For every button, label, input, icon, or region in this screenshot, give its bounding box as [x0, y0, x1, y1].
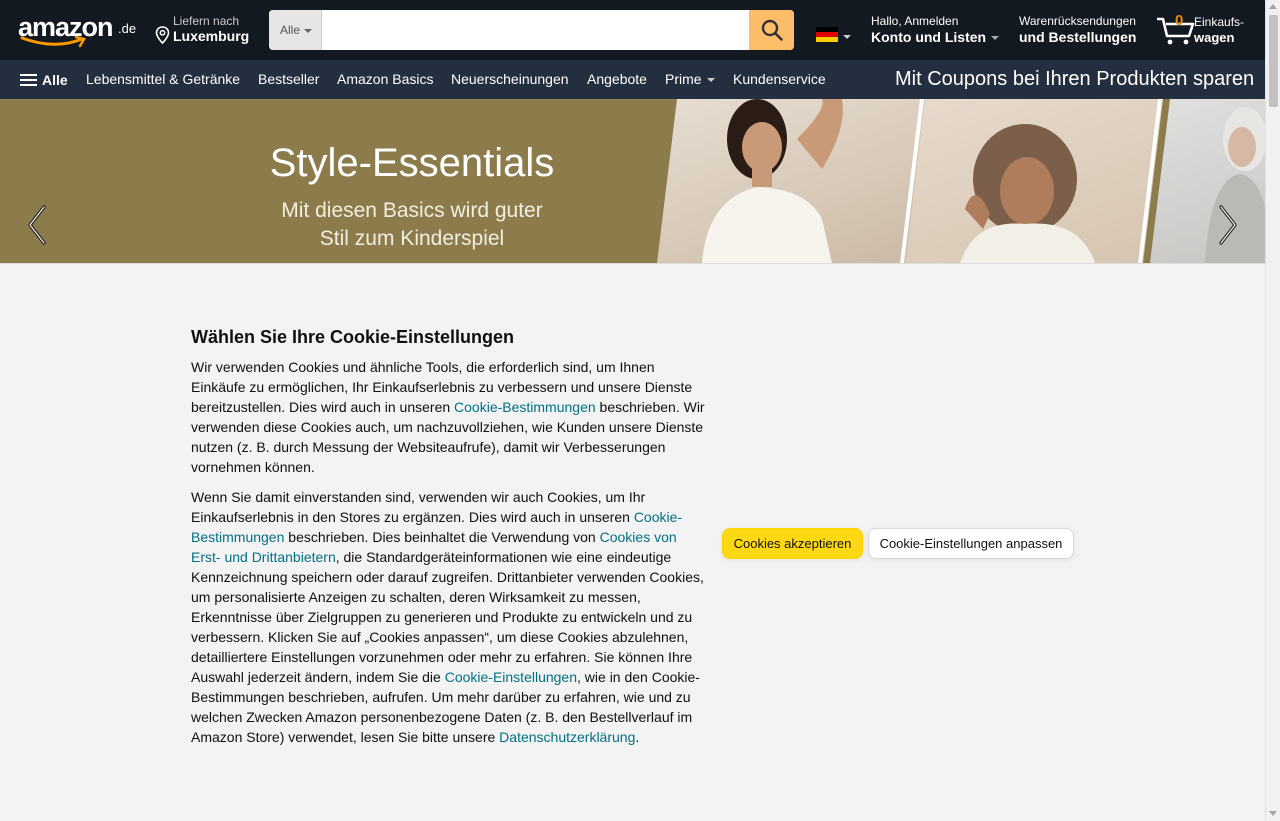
logo-tld: .de: [118, 21, 137, 36]
model-figure-2: [960, 124, 1095, 263]
model-figure-3: [1205, 107, 1265, 263]
cookie-text: .: [635, 729, 640, 745]
nav-item-deals[interactable]: Angebote: [587, 71, 647, 87]
nav-item-customer-service[interactable]: Kundenservice: [733, 71, 826, 87]
search-category-dropdown[interactable]: Alle: [269, 10, 322, 50]
cookie-consent-section: Wählen Sie Ihre Cookie-Einstellungen Wir…: [0, 263, 1265, 821]
search-button[interactable]: [749, 10, 794, 50]
cart-button[interactable]: 0 Einkaufs- wagen: [1156, 10, 1256, 50]
returns-label: Warenrücksendungen: [1019, 14, 1136, 28]
nav-item-new-releases[interactable]: Neuerscheinungen: [451, 71, 569, 87]
scroll-up-icon[interactable]: [1269, 4, 1277, 9]
deliver-to[interactable]: Liefern nach Luxemburg: [153, 14, 258, 48]
language-selector[interactable]: [816, 27, 852, 43]
hero-carousel[interactable]: Style-Essentials Mit diesen Basics wird …: [0, 99, 1265, 263]
all-menu-label: Alle: [42, 72, 68, 88]
account-lists-label: Konto und Listen: [871, 29, 987, 45]
account-menu[interactable]: Hallo, Anmelden Konto und Listen: [871, 14, 1000, 45]
all-menu-button[interactable]: Alle: [20, 71, 68, 89]
carousel-prev-button[interactable]: [22, 203, 52, 247]
top-header: amazon .de Liefern nach Luxemburg Alle H…: [0, 0, 1265, 60]
cookie-text: Wenn Sie damit einverstanden sind, verwe…: [191, 489, 646, 525]
scrollbar-thumb[interactable]: [1269, 15, 1278, 107]
search-icon: [761, 19, 783, 41]
cart-label-line1: Einkaufs-: [1194, 15, 1245, 29]
hero-photo-3: [1150, 99, 1265, 263]
nav-item-groceries[interactable]: Lebensmittel & Getränke: [86, 71, 240, 87]
nav-bar: Alle Lebensmittel & Getränke Bestseller …: [0, 60, 1265, 99]
hamburger-icon: [20, 71, 37, 89]
search-bar: Alle: [269, 10, 794, 50]
nav-item-amazon-basics[interactable]: Amazon Basics: [337, 71, 433, 87]
privacy-policy-link[interactable]: Datenschutzerklärung: [499, 729, 635, 745]
page-scrollbar[interactable]: [1265, 0, 1280, 821]
account-greeting: Hallo, Anmelden: [871, 14, 959, 28]
nav-item-prime-label: Prime: [665, 71, 702, 87]
cookie-paragraph-2: Wenn Sie damit einverstanden sind, verwe…: [191, 487, 706, 747]
chevron-down-icon: [843, 35, 851, 39]
amazon-logo[interactable]: amazon .de: [18, 12, 138, 48]
cart-count: 0: [1175, 12, 1184, 29]
hero-photo-2: [905, 99, 1163, 263]
search-input[interactable]: [322, 10, 749, 50]
carousel-next-button[interactable]: [1213, 203, 1243, 247]
chevron-down-icon: [706, 78, 715, 83]
scroll-down-icon[interactable]: [1269, 811, 1277, 816]
account-lists-row: Konto und Listen: [871, 29, 1000, 45]
nav-item-bestseller[interactable]: Bestseller: [258, 71, 319, 87]
customize-cookies-button[interactable]: Cookie-Einstellungen anpassen: [868, 528, 1074, 559]
orders-label: und Bestellungen: [1019, 29, 1137, 45]
search-category-label: Alle: [280, 23, 301, 37]
cookie-terms-link[interactable]: Cookie-Bestimmungen: [454, 399, 596, 415]
model-figure-1: [702, 99, 843, 263]
nav-item-prime[interactable]: Prime: [665, 71, 715, 87]
cookie-text: beschrieben. Dies beinhaltet die Verwend…: [284, 529, 600, 545]
de-flag-icon: [816, 27, 838, 42]
cart-label: Einkaufs- wagen: [1194, 15, 1244, 45]
location-pin-icon: [155, 26, 170, 44]
cookie-heading: Wählen Sie Ihre Cookie-Einstellungen: [191, 327, 515, 347]
chevron-down-icon: [991, 36, 1000, 41]
cart-label-line2: wagen: [1194, 30, 1235, 45]
coupons-promo-banner[interactable]: Mit Coupons bei Ihren Produkten sparen: [895, 68, 1254, 91]
deliver-label: Liefern nach: [173, 14, 240, 28]
cookie-text: , die Standardgeräteinformationen wie ei…: [191, 549, 704, 685]
accept-cookies-button[interactable]: Cookies akzeptieren: [722, 528, 863, 559]
cookie-paragraph-1: Wir verwenden Cookies und ähnliche Tools…: [191, 357, 706, 477]
deliver-country: Luxemburg: [173, 28, 250, 44]
chevron-down-icon: [304, 28, 313, 33]
smile-arrow-icon: [20, 36, 86, 48]
hero-photo-1: [657, 99, 925, 263]
returns-orders-link[interactable]: Warenrücksendungen und Bestellungen: [1019, 14, 1136, 45]
cookie-settings-link[interactable]: Cookie-Einstellungen: [445, 669, 577, 685]
